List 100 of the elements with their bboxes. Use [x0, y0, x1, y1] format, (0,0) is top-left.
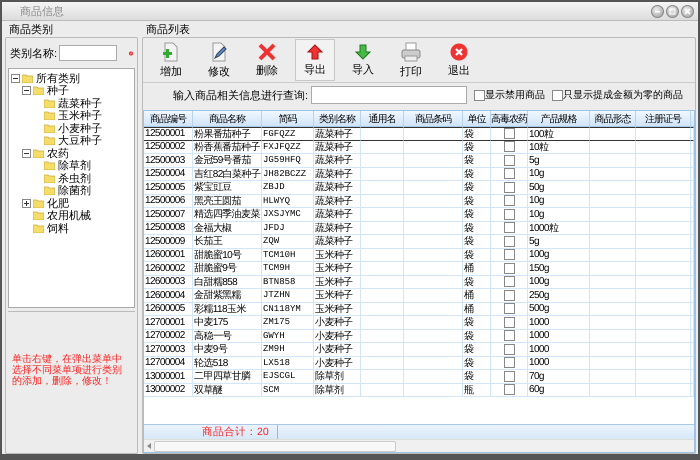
tree-item[interactable]: 小麦种子: [57, 120, 103, 136]
empty-cell: [636, 248, 691, 262]
toxic-checkbox[interactable]: [504, 276, 514, 288]
toolbar-button[interactable]: 打印: [391, 39, 431, 81]
scrollbar-thumb[interactable]: [154, 440, 396, 452]
search-field[interactable]: [311, 86, 468, 104]
table-cell: 1000: [528, 316, 590, 330]
toxic-checkbox[interactable]: [504, 141, 514, 152]
toxic-checkbox[interactable]: [504, 154, 514, 166]
tree-item[interactable]: 大豆种子: [57, 133, 103, 148]
search-label: 输入商品相关信息进行查询:: [173, 88, 308, 102]
toxic-checkbox[interactable]: [504, 128, 514, 140]
toolbar-button[interactable]: 删除: [247, 39, 287, 81]
category-name-field[interactable]: [59, 45, 118, 61]
table-cell: 12500008: [144, 222, 193, 235]
table-cell: 玉米种子: [314, 289, 361, 302]
tree-item[interactable]: 玉米种子: [57, 108, 103, 124]
table-cell: 12700004: [144, 356, 193, 370]
tree-item[interactable]: 农药: [46, 146, 70, 161]
tree-item[interactable]: 化肥: [46, 196, 70, 211]
column-header[interactable]: 注册证号: [636, 111, 691, 127]
toxic-checkbox[interactable]: [504, 303, 514, 314]
toxic-checkbox[interactable]: [504, 370, 514, 382]
column-header[interactable]: 商品编号: [144, 111, 193, 127]
toolbar-button[interactable]: 修改: [199, 39, 239, 81]
column-header[interactable]: 商品名称: [193, 111, 262, 127]
toolbar-button[interactable]: 导入: [343, 39, 383, 81]
toolbar-button[interactable]: 退出: [439, 39, 479, 81]
collapse-icon[interactable]: [22, 148, 31, 158]
table-cell: HLWYQ: [262, 194, 314, 208]
toxic-checkbox[interactable]: [504, 182, 514, 193]
empty-cell: [404, 154, 463, 168]
toxic-checkbox[interactable]: [504, 344, 514, 355]
column-header[interactable]: 类别名称: [314, 111, 361, 127]
column-header[interactable]: 高毒农药: [491, 111, 528, 127]
expand-icon[interactable]: [22, 198, 31, 208]
table-cell: 双草醚: [193, 384, 262, 397]
minimize-button[interactable]: [651, 4, 664, 18]
tree-item[interactable]: 种子: [46, 83, 70, 98]
filter-checkbox[interactable]: 显示禁用商品: [474, 88, 546, 102]
toxic-checkbox[interactable]: [504, 168, 514, 180]
empty-cell: [361, 330, 404, 343]
folder-icon: [44, 174, 55, 183]
tree-item[interactable]: 所有类别: [35, 70, 81, 86]
empty-cell: [361, 343, 404, 356]
toxic-checkbox[interactable]: [504, 384, 514, 396]
table-cell: 中麦9号: [193, 343, 262, 356]
empty-cell: [590, 168, 636, 181]
collapse-icon[interactable]: [22, 86, 31, 96]
toxic-checkbox[interactable]: [504, 262, 514, 274]
toxic-checkbox[interactable]: [504, 222, 514, 234]
column-header[interactable]: 通用名: [361, 111, 404, 127]
table-cell: 12500005: [144, 181, 193, 194]
tree-item[interactable]: 蔬菜种子: [57, 96, 103, 111]
toxic-checkbox[interactable]: [504, 357, 514, 368]
tree-item[interactable]: 饲料: [46, 220, 70, 236]
column-header[interactable]: 产品规格: [528, 111, 590, 127]
column-header[interactable]: 商品条码: [404, 111, 463, 127]
empty-cell: [404, 343, 463, 356]
toxic-checkbox[interactable]: [504, 208, 514, 220]
column-header[interactable]: 商品形态: [590, 111, 636, 127]
empty-cell: [404, 370, 463, 384]
table-cell: 13000002: [144, 384, 193, 397]
tree-item[interactable]: 农用机械: [46, 208, 92, 224]
table-cell: 袋: [463, 356, 491, 370]
toxic-checkbox[interactable]: [504, 249, 514, 260]
column-header[interactable]: 单位: [463, 111, 491, 127]
table-cell: 中麦175: [193, 316, 262, 330]
toxic-checkbox[interactable]: [504, 236, 514, 247]
table-cell: 袋: [463, 168, 491, 181]
toxic-checkbox[interactable]: [504, 290, 514, 301]
table-cell: 蔬菜种子: [314, 154, 361, 168]
toxic-checkbox[interactable]: [504, 330, 514, 342]
tree-item[interactable]: 杀虫剂: [57, 170, 92, 186]
table-cell: 金甜紫黑糯: [193, 289, 262, 302]
table-cell: 高稳一号: [193, 330, 262, 343]
filter-checkbox[interactable]: 只显示提成金额为零的商品: [552, 88, 684, 102]
folder-icon: [44, 186, 55, 196]
collapse-icon[interactable]: [11, 74, 20, 83]
empty-cell: [404, 168, 463, 181]
toxic-checkbox[interactable]: [504, 316, 514, 328]
close-button[interactable]: [681, 4, 694, 18]
toxic-checkbox[interactable]: [504, 195, 514, 206]
empty-cell: [404, 235, 463, 248]
table-cell: 瓶: [463, 384, 491, 397]
empty-cell: [361, 356, 404, 370]
column-header[interactable]: 简码: [262, 111, 314, 127]
table-cell: 轮选518: [193, 356, 262, 370]
table-cell: 12500003: [144, 154, 193, 168]
table-cell: 100g: [528, 248, 590, 262]
table-cell: 12500009: [144, 235, 193, 248]
tree-item[interactable]: 除菌剂: [57, 183, 92, 198]
toolbar-button[interactable]: 增加: [151, 39, 191, 81]
up-arrow-icon: [307, 44, 323, 60]
table-cell: 12600003: [144, 276, 193, 289]
toolbar-button[interactable]: 导出: [295, 39, 335, 81]
table-cell: 蔬菜种子: [314, 168, 361, 181]
table-cell: 蔬菜种子: [314, 194, 361, 208]
restore-button[interactable]: [666, 4, 679, 18]
tree-item[interactable]: 除草剂: [57, 158, 92, 174]
